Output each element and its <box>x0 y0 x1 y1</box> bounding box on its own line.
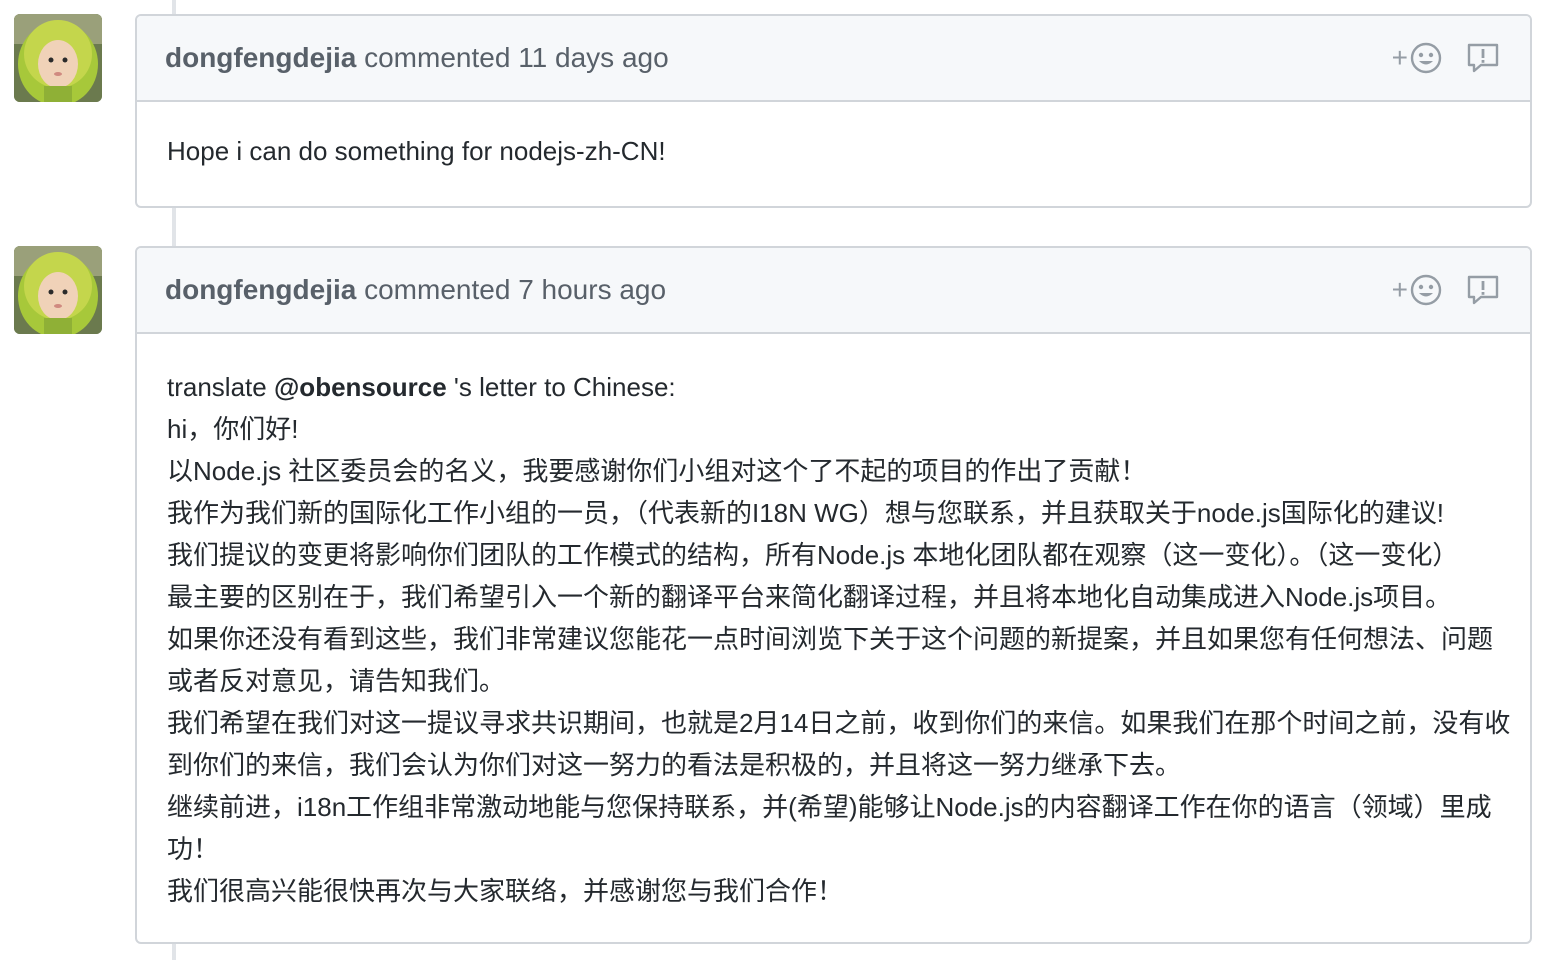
header-actions: + <box>1392 16 1500 100</box>
comment-action: commented <box>364 42 511 73</box>
comment-line: 功！ <box>167 834 220 864</box>
author-link[interactable]: dongfengdejia <box>165 274 356 305</box>
comment-line: 我们希望在我们对这一提议寻求共识期间，也就是2月14日之前，收到你们的来信。如果… <box>167 708 1511 738</box>
comment-body: translate @obensource 's letter to Chine… <box>137 334 1530 936</box>
header-actions: + <box>1392 248 1500 332</box>
smiley-icon <box>1410 42 1442 74</box>
comment-line: translate @obensource 's letter to Chine… <box>167 366 1500 408</box>
comment-header: dongfengdejia commented 7 hours ago + <box>137 248 1530 334</box>
comment-text: 's letter to Chinese: <box>446 372 676 402</box>
comment: dongfengdejia commented 11 days ago + Ho… <box>135 14 1532 208</box>
avatar[interactable] <box>14 14 102 102</box>
author-link[interactable]: dongfengdejia <box>165 42 356 73</box>
comment-line: 我作为我们新的国际化工作小组的一员，（代表新的I18N WG）想与您联系，并且获… <box>167 498 1444 528</box>
smiley-icon <box>1410 274 1442 306</box>
timestamp-link[interactable]: 7 hours ago <box>518 274 666 305</box>
comment: dongfengdejia commented 7 hours ago + tr… <box>135 246 1532 944</box>
comment-header: dongfengdejia commented 11 days ago + <box>137 16 1530 102</box>
avatar-image <box>14 14 102 102</box>
comment-line: 我们提议的变更将影响你们团队的工作模式的结构，所有Node.js 本地化团队都在… <box>167 540 1459 570</box>
comment-body: Hope i can do something for nodejs-zh-CN… <box>137 102 1530 196</box>
timestamp-link[interactable]: 11 days ago <box>518 42 669 73</box>
avatar-image <box>14 246 102 334</box>
mention-link[interactable]: @obensource <box>274 372 447 402</box>
comment-header-text: dongfengdejia commented 7 hours ago <box>165 274 666 306</box>
add-reaction-button[interactable]: + <box>1392 42 1442 74</box>
report-icon <box>1467 43 1499 73</box>
comment-line: 最主要的区别在于，我们希望引入一个新的翻译平台来简化翻译过程，并且将本地化自动集… <box>167 582 1452 612</box>
plus-icon: + <box>1391 274 1408 305</box>
comment-line: 到你们的来信，我们会认为你们对这一努力的看法是积极的，并且将这一努力继承下去。 <box>167 750 1182 780</box>
comment-line: 如果你还没有看到这些，我们非常建议您能花一点时间浏览下关于这个问题的新提案，并且… <box>167 624 1494 654</box>
comment-action: commented <box>364 274 511 305</box>
comment-line: 继续前进，i18n工作组非常激动地能与您保持联系，并(希望)能够让Node.js… <box>167 792 1492 822</box>
timeline-line <box>172 944 176 960</box>
report-icon <box>1467 275 1499 305</box>
report-button[interactable] <box>1466 42 1500 74</box>
comment-line: 或者反对意见，请告知我们。 <box>167 666 506 696</box>
add-reaction-button[interactable]: + <box>1392 274 1442 306</box>
timeline-line <box>172 0 176 14</box>
plus-icon: + <box>1391 42 1408 73</box>
comment-text: translate <box>167 372 274 402</box>
comment-text: Hope i can do something for nodejs-zh-CN… <box>167 136 666 166</box>
report-button[interactable] <box>1466 274 1500 306</box>
comment-line: 我们很高兴能很快再次与大家联络，并感谢您与我们合作！ <box>167 876 844 906</box>
comment-header-text: dongfengdejia commented 11 days ago <box>165 42 669 74</box>
timeline-line <box>172 208 176 246</box>
comment-line: 以Node.js 社区委员会的名义，我要感谢你们小组对这个了不起的项目的作出了贡… <box>167 456 1147 486</box>
avatar[interactable] <box>14 246 102 334</box>
comment-line: hi，你们好! <box>167 414 299 444</box>
